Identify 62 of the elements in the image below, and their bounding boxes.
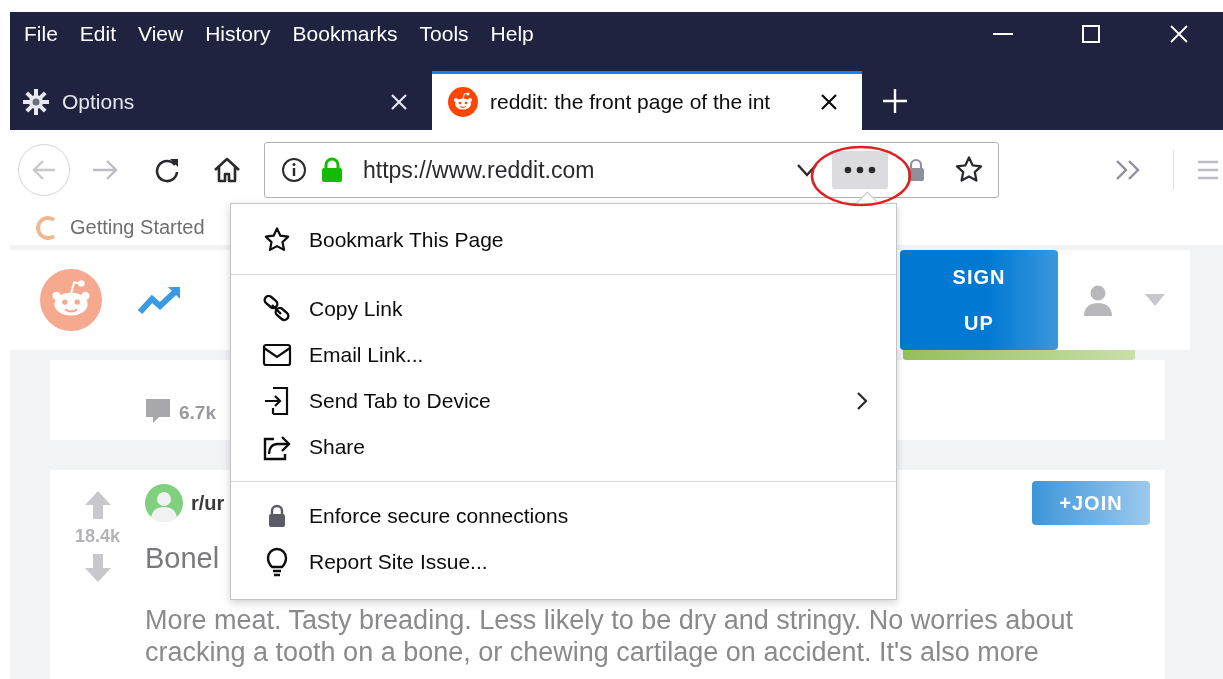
comment-icon <box>145 398 171 424</box>
menu-item[interactable]: Tools <box>410 18 478 50</box>
comment-count: 6.7k <box>179 402 216 424</box>
send-to-device-icon <box>263 386 291 416</box>
menu-item[interactable]: Send Tab to Device <box>231 378 896 424</box>
menu-item[interactable]: Bookmarks <box>283 18 407 50</box>
menu-item[interactable]: File <box>15 18 67 50</box>
user-icon <box>1083 284 1113 316</box>
link-icon <box>262 295 292 323</box>
home-icon <box>213 157 241 183</box>
menu-icon <box>1198 159 1218 181</box>
tab[interactable]: Options <box>10 71 432 130</box>
close-icon <box>390 93 408 111</box>
url-text: https://www.reddit.com <box>363 156 595 184</box>
close-icon <box>820 93 838 111</box>
menu-item[interactable]: History <box>196 18 280 50</box>
trending-icon <box>138 285 182 315</box>
dots-icon <box>844 166 876 174</box>
gear-icon <box>22 88 50 116</box>
down-arrow-icon <box>83 553 112 583</box>
reload-icon <box>154 157 180 183</box>
envelope-icon <box>262 343 292 367</box>
menu-item[interactable]: Edit <box>70 18 126 50</box>
forward-arrow-icon <box>91 159 119 181</box>
lightbulb-icon <box>265 547 289 577</box>
post-title: Bonel <box>145 542 220 576</box>
subreddit-name[interactable]: r/ur <box>191 491 225 515</box>
bookmark-icon <box>36 215 58 240</box>
menu-item[interactable]: View <box>129 18 193 50</box>
chevron-right-icon <box>856 391 868 411</box>
menu-item[interactable]: Bookmark This Page <box>231 217 896 263</box>
menu-item[interactable]: Copy Link <box>231 286 896 332</box>
lock-icon <box>321 157 343 183</box>
tab[interactable]: reddit: the front page of the int <box>432 71 862 130</box>
lock-icon <box>267 504 287 528</box>
info-icon <box>281 157 307 183</box>
double-chevron-icon <box>1114 159 1142 181</box>
menu-item[interactable]: Report Site Issue... <box>231 539 896 585</box>
up-arrow-icon <box>83 490 112 520</box>
back-arrow-icon <box>31 159 57 181</box>
address-bar[interactable]: https://www.reddit.com <box>264 142 999 198</box>
reddit-logo-icon <box>40 269 102 331</box>
avatar-icon <box>145 484 183 522</box>
lock-icon <box>907 158 925 182</box>
minimize-icon <box>993 33 1013 35</box>
star-icon <box>954 155 984 185</box>
menu-item[interactable]: Help <box>481 18 543 50</box>
vote-count: 18.4k <box>74 526 120 547</box>
menu-item[interactable]: Enforce secure connections <box>231 493 896 539</box>
bookmark-item[interactable]: Getting Started <box>36 215 205 240</box>
post-text: More meat. Tasty breading. Less likely to be dry and stringy. No worries about cracking a tooth on a bone, or chewing cartilage on accident. It's also more <box>145 604 1074 668</box>
menu-item[interactable]: Email Link... <box>231 332 896 378</box>
page-actions-button[interactable] <box>832 151 888 189</box>
reddit-logo-icon <box>448 87 478 117</box>
menu-item[interactable]: Share <box>231 424 896 470</box>
sign-up-button[interactable]: SIGN UP <box>900 250 1058 350</box>
caret-icon <box>1145 294 1165 306</box>
plus-icon <box>882 87 908 114</box>
close-icon <box>1169 24 1189 44</box>
star-icon <box>263 226 291 254</box>
maximize-icon <box>1081 24 1101 44</box>
share-icon <box>262 433 292 461</box>
